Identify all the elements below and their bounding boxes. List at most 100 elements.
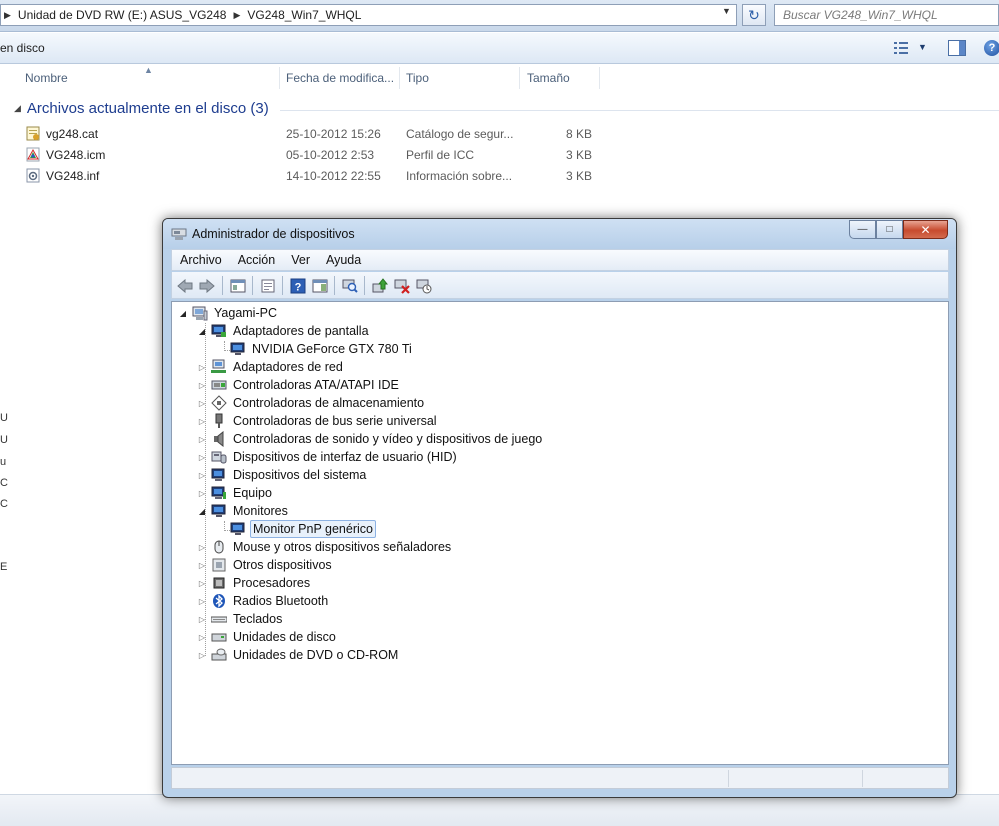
toolbar-separator [252, 276, 253, 295]
breadcrumb-chevron-icon[interactable]: ▶ [230, 10, 243, 21]
expand-arrow-icon[interactable]: ▷ [197, 471, 207, 480]
expand-arrow-icon[interactable]: ▷ [197, 363, 207, 372]
file-row-vg248-cat[interactable]: vg248.cat 25-10-2012 15:26 Catálogo de s… [24, 124, 604, 144]
menu-ver[interactable]: Ver [283, 253, 318, 267]
expand-arrow-icon[interactable]: ▷ [197, 453, 207, 462]
file-type: Perfil de ICC [406, 148, 475, 162]
expand-arrow-icon[interactable]: ▷ [197, 381, 207, 390]
tree-category-sound-controller[interactable]: ▷ Controladoras de sonido y vídeo y dispo… [197, 430, 544, 448]
file-row-vg248-icm[interactable]: VG248.icm 05-10-2012 2:53 Perfil de ICC … [24, 145, 604, 165]
tree-device-item[interactable]: NVIDIA GeForce GTX 780 Ti [216, 340, 414, 358]
menu-accion[interactable]: Acción [230, 253, 284, 267]
column-divider[interactable] [399, 67, 400, 89]
tree-category-ide-controller[interactable]: ▷ Controladoras ATA/ATAPI IDE [197, 376, 401, 394]
expand-arrow-icon[interactable]: ▷ [197, 597, 207, 606]
monitor-device-icon [230, 521, 246, 537]
disable-device-icon [416, 279, 432, 293]
expand-arrow-icon[interactable]: ▷ [197, 561, 207, 570]
column-divider[interactable] [519, 67, 520, 89]
refresh-button[interactable]: ↻ [742, 4, 766, 26]
menu-bar: Archivo Acción Ver Ayuda [171, 249, 949, 271]
maximize-button[interactable]: □ [876, 220, 903, 239]
toolbar-separator [282, 276, 283, 295]
back-button[interactable] [176, 277, 194, 294]
show-hide-tree-button[interactable] [229, 277, 247, 294]
window-titlebar[interactable]: Administrador de dispositivos — □ ✕ [163, 219, 956, 249]
window-status-bar [171, 767, 949, 789]
tree-root-yagami-pc[interactable]: ◢ Yagami-PC [178, 304, 279, 322]
breadcrumb-folder[interactable]: VG248_Win7_WHQL [243, 5, 365, 25]
expand-arrow-icon[interactable]: ▷ [197, 399, 207, 408]
collapse-arrow-icon[interactable]: ◢ [197, 327, 207, 336]
tree-category-other-devices[interactable]: ▷ Otros dispositivos [197, 556, 334, 574]
tree-device-item[interactable]: Monitor PnP genérico [216, 520, 376, 538]
menu-ayuda[interactable]: Ayuda [318, 253, 369, 267]
collapse-group-icon[interactable]: ◢ [14, 103, 21, 114]
tree-category-computer[interactable]: ▷ Equipo [197, 484, 274, 502]
device-manager-window: Administrador de dispositivos — □ ✕ Arch… [162, 218, 957, 798]
column-header-date[interactable]: Fecha de modifica... [286, 71, 394, 85]
disable-device-button[interactable] [415, 277, 433, 294]
help-button[interactable]: ? [289, 277, 307, 294]
action-pane-button[interactable] [311, 277, 329, 294]
tree-item-label: Adaptadores de pantalla [233, 324, 369, 338]
expand-arrow-icon[interactable]: ▷ [197, 579, 207, 588]
expand-arrow-icon[interactable]: ▷ [197, 543, 207, 552]
address-bar[interactable]: ▶ Unidad de DVD RW (E:) ASUS_VG248 ▶ VG2… [0, 4, 737, 26]
breadcrumb-dvd-drive[interactable]: Unidad de DVD RW (E:) ASUS_VG248 [14, 5, 231, 25]
update-driver-button[interactable] [371, 277, 389, 294]
scan-hardware-button[interactable] [341, 277, 359, 294]
tree-category-mouse[interactable]: ▷ Mouse y otros dispositivos señaladores [197, 538, 453, 556]
maximize-icon: □ [886, 224, 893, 235]
expand-arrow-icon[interactable]: ▷ [197, 417, 207, 426]
tree-category-usb-controller[interactable]: ▷ Controladoras de bus serie universal [197, 412, 439, 430]
setup-info-icon [26, 168, 40, 183]
tree-category-system-device[interactable]: ▷ Dispositivos del sistema [197, 466, 368, 484]
search-input[interactable]: Buscar VG248_Win7_WHQL [774, 4, 999, 26]
expand-arrow-icon[interactable]: ▷ [197, 651, 207, 660]
tree-category-keyboard[interactable]: ▷ Teclados [197, 610, 284, 628]
column-divider[interactable] [599, 67, 600, 89]
expand-arrow-icon[interactable]: ▷ [197, 633, 207, 642]
expand-arrow-icon[interactable]: ▷ [197, 489, 207, 498]
tree-item-label: NVIDIA GeForce GTX 780 Ti [252, 342, 412, 356]
burn-to-disc-button[interactable]: en disco [0, 41, 45, 55]
view-options-dropdown-icon[interactable]: ▼ [918, 42, 927, 52]
uninstall-button[interactable] [393, 277, 411, 294]
file-row-vg248-inf[interactable]: VG248.inf 14-10-2012 22:55 Información s… [24, 166, 604, 186]
tree-category-monitor[interactable]: ◢ Monitores [197, 502, 290, 520]
tree-category-disk-drive[interactable]: ▷ Unidades de disco [197, 628, 338, 646]
tree-category-dvd-drive[interactable]: ▷ Unidades de DVD o CD-ROM [197, 646, 400, 664]
column-header-size[interactable]: Tamaño [527, 71, 570, 85]
toolbar-separator [334, 276, 335, 295]
menu-archivo[interactable]: Archivo [172, 253, 230, 267]
close-button[interactable]: ✕ [903, 220, 948, 239]
expand-arrow-icon[interactable]: ▷ [197, 615, 207, 624]
properties-button[interactable] [259, 277, 277, 294]
explorer-command-bar: en disco ▼ ? [0, 33, 999, 64]
address-dropdown-icon[interactable]: ▼ [722, 6, 731, 16]
expand-arrow-icon[interactable]: ▷ [197, 435, 207, 444]
change-view-icon[interactable] [894, 42, 908, 54]
collapse-arrow-icon[interactable]: ◢ [197, 507, 207, 516]
preview-pane-icon[interactable] [948, 40, 966, 56]
tree-item-label: Teclados [233, 612, 283, 626]
tree-category-bluetooth[interactable]: ▷ Radios Bluetooth [197, 592, 330, 610]
column-header-name[interactable]: Nombre [25, 71, 68, 85]
breadcrumb-chevron-icon[interactable]: ▶ [1, 10, 14, 21]
file-date: 14-10-2012 22:55 [286, 169, 381, 183]
column-divider[interactable] [279, 67, 280, 89]
column-header-type[interactable]: Tipo [406, 71, 429, 85]
tree-category-hid-device[interactable]: ▷ Dispositivos de interfaz de usuario (HI… [197, 448, 459, 466]
tree-root-label: Yagami-PC [214, 306, 277, 320]
device-tree[interactable]: ◢ Yagami-PC ◢ Adaptadores de pantalla NVID… [171, 301, 949, 765]
minimize-button[interactable]: — [849, 220, 876, 239]
explorer-help-icon[interactable]: ? [984, 40, 999, 56]
tree-category-display-adapter[interactable]: ◢ Adaptadores de pantalla [197, 322, 371, 340]
file-group-header[interactable]: ◢ Archivos actualmente en el disco (3) [14, 100, 269, 117]
tree-category-network-adapter[interactable]: ▷ Adaptadores de red [197, 358, 345, 376]
collapse-arrow-icon[interactable]: ◢ [178, 309, 188, 318]
forward-button[interactable] [198, 277, 216, 294]
tree-category-storage-controller[interactable]: ▷ Controladoras de almacenamiento [197, 394, 426, 412]
tree-category-processor[interactable]: ▷ Procesadores [197, 574, 312, 592]
